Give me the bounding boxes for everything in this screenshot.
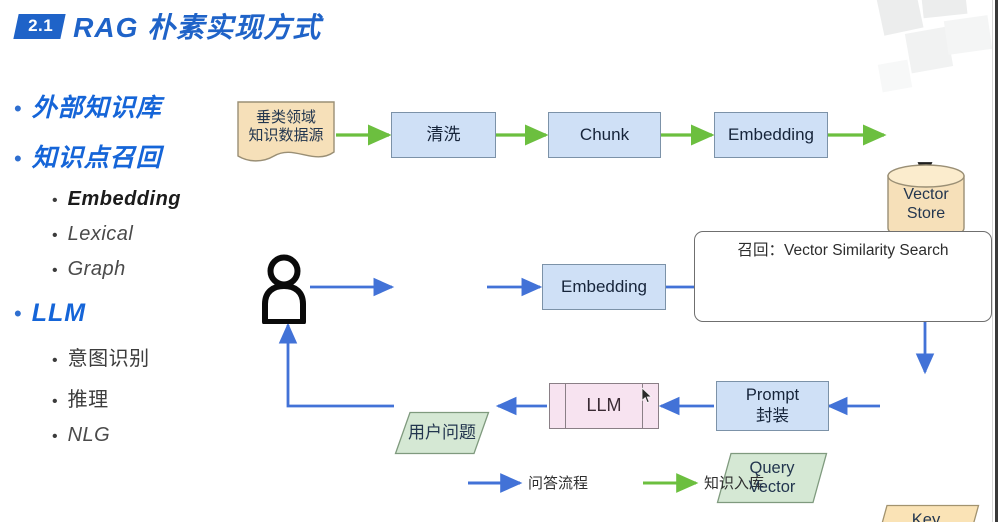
decorative-square [877, 59, 913, 93]
outline-item-knowledge-recall: • 知识点召回 [14, 138, 238, 174]
user-glyph [262, 254, 306, 324]
source-line-2: 知识数据源 [248, 127, 324, 144]
user-icon[interactable] [260, 254, 308, 324]
bullet-dot-icon: • [14, 301, 22, 326]
cursor-glyph [641, 387, 653, 404]
bullet-dot-icon: • [14, 96, 22, 121]
legend-qa-flow: 问答流程 [528, 472, 588, 493]
node-user-question[interactable]: 用户问题 [394, 411, 490, 455]
bullet-dot-icon: • [52, 192, 58, 209]
node-vector-store[interactable]: Vector Store [886, 162, 966, 242]
node-key-vector[interactable]: Key Vector [872, 504, 980, 522]
outline-subitem-embedding: • Embedding [52, 188, 238, 211]
outline-item-label: 知识点召回 [31, 144, 162, 172]
node-chunk[interactable]: Chunk [548, 112, 661, 158]
outline-list: • 外部知识库 • 知识点召回 • Embedding • Lexical • … [8, 88, 238, 459]
bullet-dot-icon: • [52, 393, 58, 410]
vector-store-line-2: Store [906, 205, 946, 222]
outline-subitem-nlg: • NLG [52, 424, 238, 447]
page-title-text: RAG 朴素实现方式 [73, 12, 322, 43]
decorative-square [943, 15, 993, 55]
outline-subitem-label: 意图识别 [67, 348, 150, 370]
section-number-badge: 2.1 [13, 13, 66, 39]
prompt-line-1: Prompt [745, 386, 800, 405]
outline-subitem-label: Lexical [67, 223, 134, 245]
outline-item-label: LLM [31, 299, 87, 327]
slide-edge-line [992, 0, 993, 522]
user-question-label: 用户问题 [408, 422, 476, 442]
outline-item-external-kb: • 外部知识库 [14, 88, 238, 124]
section-number-text: 2.1 [28, 15, 54, 35]
node-source-document[interactable]: 垂类领域 知识数据源 [236, 100, 336, 166]
key-vector-line-1: Key [911, 510, 941, 522]
outline-subitem-label: Graph [67, 258, 126, 280]
bullet-dot-icon: • [52, 262, 58, 279]
bullet-dot-icon: • [14, 146, 22, 171]
outline-item-llm: • LLM [14, 299, 238, 328]
node-prompt-wrap[interactable]: Prompt 封装 [716, 381, 829, 431]
bullet-dot-icon: • [52, 428, 58, 445]
outline-subitem-lexical: • Lexical [52, 223, 238, 246]
decorative-square [920, 0, 968, 19]
outline-subitem-graph: • Graph [52, 258, 238, 281]
slide-canvas: 2.1 RAG 朴素实现方式 • 外部知识库 • 知识点召回 • Embeddi… [0, 0, 998, 522]
outline-item-label: 外部知识库 [31, 94, 162, 122]
node-embedding-query[interactable]: Embedding [542, 264, 666, 310]
bullet-dot-icon: • [52, 227, 58, 244]
llm-label: LLM [586, 395, 622, 416]
node-embedding-ingest[interactable]: Embedding [714, 112, 828, 158]
legend-qa-flow-label: 问答流程 [528, 475, 589, 492]
decorative-square [876, 0, 924, 36]
outline-subitem-intent: • 意图识别 [52, 342, 238, 371]
outline-subitem-reasoning: • 推理 [52, 383, 238, 412]
query-vector-line-2: Vector [748, 478, 796, 496]
bullet-dot-icon: • [52, 352, 58, 369]
recall-panel: 召回：Vector Similarity Search [694, 231, 992, 322]
recall-panel-title: 召回：Vector Similarity Search [737, 242, 949, 259]
outline-subitem-label: 推理 [67, 389, 109, 411]
node-query-vector[interactable]: Query Vector [716, 452, 828, 504]
source-line-1: 垂类领域 [255, 109, 316, 127]
query-vector-line-1: Query [749, 458, 795, 477]
mouse-cursor-icon [641, 387, 653, 404]
prompt-line-2: 封装 [756, 407, 789, 425]
vector-store-line-1: Vector [903, 186, 949, 204]
predefined-process-bar [565, 384, 567, 428]
outline-subitem-label: Embedding [67, 188, 181, 210]
outline-subitem-label: NLG [67, 424, 111, 446]
node-clean[interactable]: 清洗 [391, 112, 496, 158]
page-title: 2.1 RAG 朴素实现方式 [13, 6, 322, 46]
